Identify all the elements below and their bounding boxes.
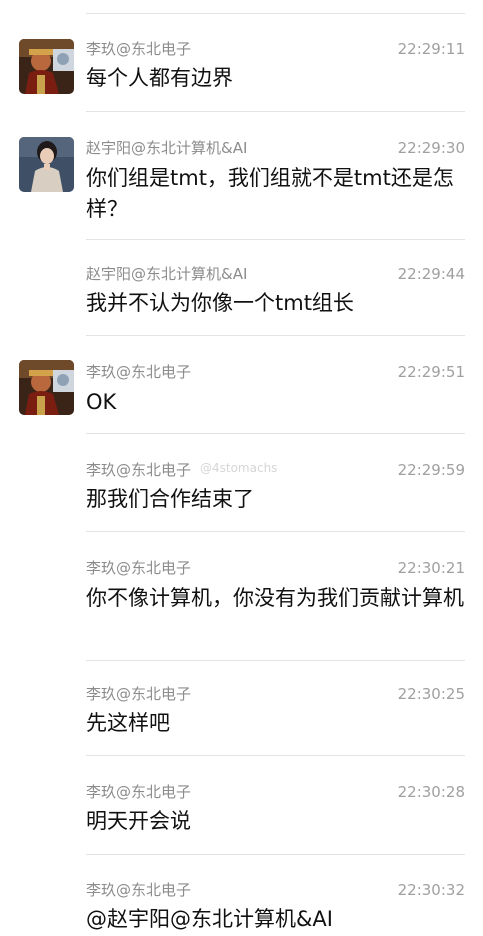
sender-name: 李玖@东北电子: [86, 783, 192, 801]
sender-name: 李玖@东北电子: [86, 461, 192, 479]
message-time: 22:29:59: [397, 461, 465, 479]
portrait-icon: [19, 137, 74, 192]
divider: [86, 13, 465, 14]
sender-name: 李玖@东北电子: [86, 881, 192, 899]
sender-name: 李玖@东北电子: [86, 559, 192, 577]
divider: [86, 660, 465, 661]
message-time: 22:29:30: [397, 139, 465, 157]
message-time: 22:30:32: [397, 881, 465, 899]
message-text: 你们组是tmt，我们组就不是tmt还是怎样？: [86, 166, 454, 221]
sender-name: 李玖@东北电子: [86, 685, 192, 703]
sender-name: 李玖@东北电子: [86, 40, 192, 58]
avatar[interactable]: [19, 360, 74, 415]
divider: [86, 531, 465, 532]
divider: [86, 755, 465, 756]
divider: [86, 433, 465, 434]
sender-name: 李玖@东北电子: [86, 363, 192, 381]
message-text: 你不像计算机，你没有为我们贡献计算机: [86, 586, 464, 610]
divider: [86, 239, 465, 240]
message-time: 22:29:11: [397, 40, 465, 58]
divider: [86, 854, 465, 855]
sender-name: 赵宇阳@东北计算机&AI: [86, 139, 248, 157]
message-time: 22:30:21: [397, 559, 465, 577]
portrait-icon: [19, 39, 74, 94]
divider: [86, 335, 465, 336]
avatar[interactable]: [19, 39, 74, 94]
message-time: 22:29:44: [397, 265, 465, 283]
message-time: 22:30:28: [397, 783, 465, 801]
message-text: 那我们合作结束了: [86, 487, 254, 511]
sender-name: 赵宇阳@东北计算机&AI: [86, 265, 248, 283]
portrait-icon: [19, 360, 74, 415]
message-text: 先这样吧: [86, 711, 170, 735]
divider: [86, 111, 465, 112]
watermark: @4stomachs: [200, 461, 278, 475]
message-text: @赵宇阳@东北计算机&AI: [86, 907, 333, 931]
message-text: 明天开会说: [86, 809, 191, 833]
message-time: 22:29:51: [397, 363, 465, 381]
avatar[interactable]: [19, 137, 74, 192]
message-text: 我并不认为你像一个tmt组长: [86, 291, 354, 315]
message-text: OK: [86, 390, 117, 414]
message-time: 22:30:25: [397, 685, 465, 703]
message-text: 每个人都有边界: [86, 66, 233, 90]
